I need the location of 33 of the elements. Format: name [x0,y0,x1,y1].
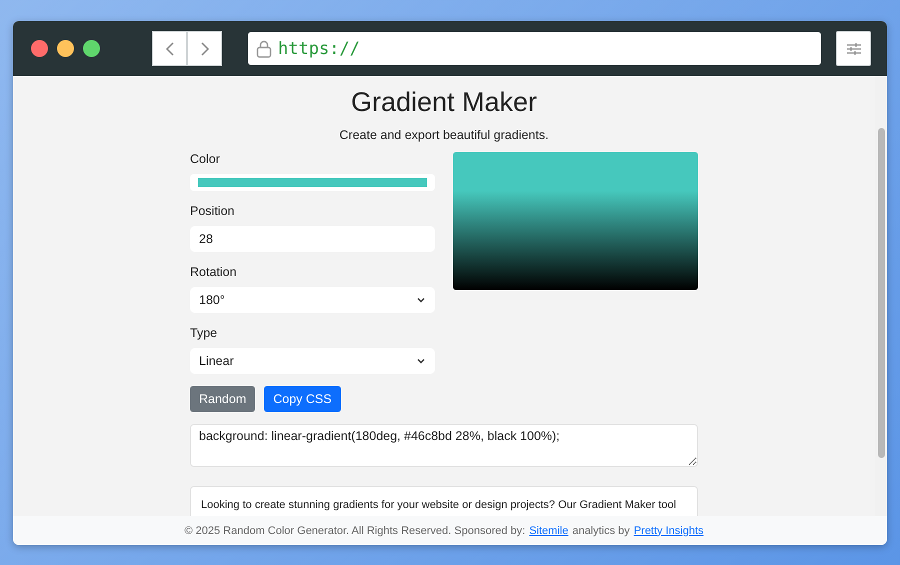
address-bar[interactable]: https:// [248,32,821,65]
copyright-text: © 2025 Random Color Generator. All Rights Reserved. Sponsored by: [184,524,526,536]
maximize-dot-icon[interactable] [83,40,100,57]
type-select[interactable]: Linear [190,348,435,374]
analytics-link[interactable]: Pretty Insights [634,524,704,536]
sliders-icon [846,42,862,56]
field-label: Type [190,326,218,341]
lock-icon [256,40,272,58]
field-label: Color [190,152,221,167]
back-button[interactable] [152,31,187,66]
page-title: Gradient Maker [350,87,538,118]
close-dot-icon[interactable] [31,40,48,57]
sponsor-link[interactable]: Sitemile [529,524,568,536]
color-picker[interactable] [190,174,435,191]
forward-button[interactable] [187,31,222,66]
field-label: Position [190,204,236,219]
css-output-field[interactable]: background: linear-gradient(180deg, #46c8bd 28%, black 100%); [190,424,698,467]
url-text: https:// [278,38,360,58]
page-subtitle: Create and export beautiful gradients. [339,128,549,142]
chevron-down-icon [416,295,426,305]
minimize-dot-icon[interactable] [57,40,74,57]
scrollbar[interactable] [875,76,887,516]
footer-text: analytics by [572,524,630,536]
position-input[interactable]: 28 [190,226,435,252]
chevron-left-icon [164,40,174,56]
settings-button[interactable] [836,31,871,66]
rotation-select[interactable]: 180° [190,287,435,313]
copy-button[interactable]: Copy CSS [264,386,341,412]
random-button[interactable]: Random [190,386,256,412]
chevron-down-icon [416,356,426,366]
description-text: Looking to create stunning gradients for your website or design projects? Our Gradient Maker tool [201,498,676,513]
chevron-right-icon [200,40,210,56]
field-label: Rotation [190,265,238,280]
